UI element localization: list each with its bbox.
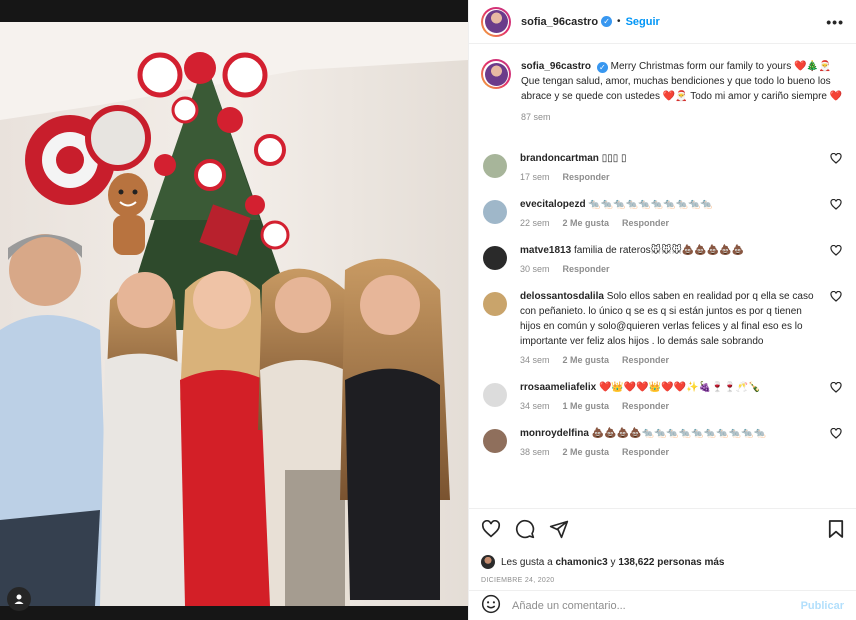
reply-button[interactable]: Responder bbox=[563, 262, 610, 277]
commenter-username[interactable]: brandoncartman bbox=[520, 153, 599, 164]
commenter-avatar[interactable] bbox=[483, 200, 507, 224]
post-caption: sofia_96castro ✓ Merry Christmas form ou… bbox=[481, 45, 844, 125]
follow-button[interactable]: Seguir bbox=[626, 16, 660, 28]
likes-summary: Les gusta a chamonic3 y 138,622 personas… bbox=[481, 555, 844, 569]
comment-item: monroydelfina 💩💩💩💩🐀🐀🐀🐀🐀🐀🐀🐀🐀🐀 38 sem 2 Me g… bbox=[481, 426, 844, 460]
post-actions: Les gusta a chamonic3 y 138,622 personas… bbox=[469, 508, 856, 584]
comment-meta: 38 sem 2 Me gusta Responder bbox=[520, 445, 824, 460]
author-username[interactable]: sofia_96castro bbox=[521, 16, 598, 28]
caption-username[interactable]: sofia_96castro bbox=[521, 61, 591, 72]
comment-time[interactable]: 22 sem bbox=[520, 216, 550, 231]
separator-dot: • bbox=[617, 16, 621, 27]
comment-meta: 30 sem Responder bbox=[520, 262, 824, 277]
comment-like-heart-icon[interactable] bbox=[830, 427, 844, 442]
commenter-username[interactable]: delossantosdalila bbox=[520, 291, 604, 302]
comment-meta: 22 sem 2 Me gusta Responder bbox=[520, 216, 824, 231]
emoji-picker-icon[interactable] bbox=[481, 594, 501, 617]
comment-time[interactable]: 38 sem bbox=[520, 445, 550, 460]
caption-avatar[interactable] bbox=[481, 59, 511, 89]
family-christmas-photo bbox=[0, 0, 468, 620]
comment-text: ▯▯▯ ▯ bbox=[601, 153, 627, 164]
comment-bubble-icon[interactable] bbox=[515, 519, 535, 542]
like-heart-icon[interactable] bbox=[481, 519, 501, 541]
comment-meta: 17 sem Responder bbox=[520, 170, 824, 185]
author-avatar[interactable] bbox=[481, 6, 511, 37]
comments-list[interactable]: sofia_96castro ✓ Merry Christmas form ou… bbox=[469, 45, 856, 508]
commenter-avatar[interactable] bbox=[483, 292, 507, 316]
comment-time[interactable]: 34 sem bbox=[520, 353, 550, 368]
comment-item: brandoncartman ▯▯▯ ▯ 17 sem Responder bbox=[481, 151, 844, 185]
share-paper-plane-icon[interactable] bbox=[549, 519, 569, 542]
commenter-avatar[interactable] bbox=[483, 383, 507, 407]
comment-composer: Publicar bbox=[469, 590, 856, 620]
publish-button[interactable]: Publicar bbox=[801, 600, 844, 612]
comment-text: 🐀🐀🐀🐀🐀🐀🐀🐀🐀🐀 bbox=[588, 199, 713, 210]
caption-verified-icon: ✓ bbox=[596, 62, 608, 73]
comment-meta: 34 sem 2 Me gusta Responder bbox=[520, 353, 824, 368]
post-window: sofia_96castro ✓ • Seguir ••• sofia_96ca… bbox=[0, 0, 856, 620]
post-header: sofia_96castro ✓ • Seguir ••• bbox=[469, 0, 856, 44]
reply-button[interactable]: Responder bbox=[622, 399, 669, 414]
commenter-username[interactable]: evecitalopezd bbox=[520, 199, 586, 210]
reply-button[interactable]: Responder bbox=[563, 170, 610, 185]
comment-item: matve1813 familia de rateros🐭🐭🐭💩💩💩💩💩 30 s… bbox=[481, 243, 844, 277]
comment-likes[interactable]: 2 Me gusta bbox=[563, 216, 610, 231]
commenter-avatar[interactable] bbox=[483, 246, 507, 270]
comment-like-heart-icon[interactable] bbox=[830, 381, 844, 396]
comment-like-heart-icon[interactable] bbox=[830, 198, 844, 213]
commenter-username[interactable]: rrosaameliafelix bbox=[520, 382, 596, 393]
reply-button[interactable]: Responder bbox=[622, 445, 669, 460]
comment-item: rrosaameliafelix ❤️👑❤️❤️👑❤️❤️✨🍇🍷🍷🥂🍾 34 se… bbox=[481, 380, 844, 414]
comment-like-heart-icon[interactable] bbox=[830, 244, 844, 259]
likes-prefix: Les gusta a bbox=[501, 556, 553, 568]
caption-meta: 87 sem bbox=[521, 110, 844, 125]
comment-input[interactable] bbox=[512, 599, 801, 612]
commenter-username[interactable]: matve1813 bbox=[520, 245, 571, 256]
post-date[interactable]: DICIEMBRE 24, 2020 bbox=[481, 577, 844, 584]
commenter-username[interactable]: monroydelfina bbox=[520, 428, 589, 439]
liker-avatar[interactable] bbox=[481, 555, 495, 569]
likes-joiner: y bbox=[610, 556, 616, 568]
post-sidebar: sofia_96castro ✓ • Seguir ••• sofia_96ca… bbox=[468, 0, 856, 620]
comment-like-heart-icon[interactable] bbox=[830, 290, 844, 305]
caption-time[interactable]: 87 sem bbox=[521, 110, 551, 125]
verified-badge-icon: ✓ bbox=[601, 16, 613, 27]
tagged-people-icon[interactable] bbox=[7, 587, 31, 611]
comment-likes[interactable]: 2 Me gusta bbox=[563, 353, 610, 368]
comment-item: delossantosdalila Solo ellos saben en re… bbox=[481, 289, 844, 368]
likes-others[interactable]: 138,622 personas más bbox=[618, 557, 724, 568]
comment-meta: 34 sem 1 Me gusta Responder bbox=[520, 399, 824, 414]
comment-like-heart-icon[interactable] bbox=[830, 152, 844, 167]
comment-time[interactable]: 34 sem bbox=[520, 399, 550, 414]
commenter-avatar[interactable] bbox=[483, 429, 507, 453]
commenter-avatar[interactable] bbox=[483, 154, 507, 178]
comment-text: ❤️👑❤️❤️👑❤️❤️✨🍇🍷🍷🥂🍾 bbox=[598, 382, 761, 393]
comment-text: familia de rateros🐭🐭🐭💩💩💩💩💩 bbox=[573, 245, 745, 256]
comment-text: 💩💩💩💩🐀🐀🐀🐀🐀🐀🐀🐀🐀🐀 bbox=[591, 428, 767, 439]
comment-likes[interactable]: 1 Me gusta bbox=[563, 399, 610, 414]
liker-username[interactable]: chamonic3 bbox=[556, 557, 608, 568]
reply-button[interactable]: Responder bbox=[622, 353, 669, 368]
comment-item: evecitalopezd 🐀🐀🐀🐀🐀🐀🐀🐀🐀🐀 22 sem 2 Me gusta… bbox=[481, 197, 844, 231]
comment-time[interactable]: 17 sem bbox=[520, 170, 550, 185]
post-photo[interactable] bbox=[0, 0, 468, 620]
reply-button[interactable]: Responder bbox=[622, 216, 669, 231]
save-bookmark-icon[interactable] bbox=[828, 519, 844, 542]
comment-time[interactable]: 30 sem bbox=[520, 262, 550, 277]
comment-likes[interactable]: 2 Me gusta bbox=[563, 445, 610, 460]
more-options-icon[interactable]: ••• bbox=[826, 14, 844, 30]
